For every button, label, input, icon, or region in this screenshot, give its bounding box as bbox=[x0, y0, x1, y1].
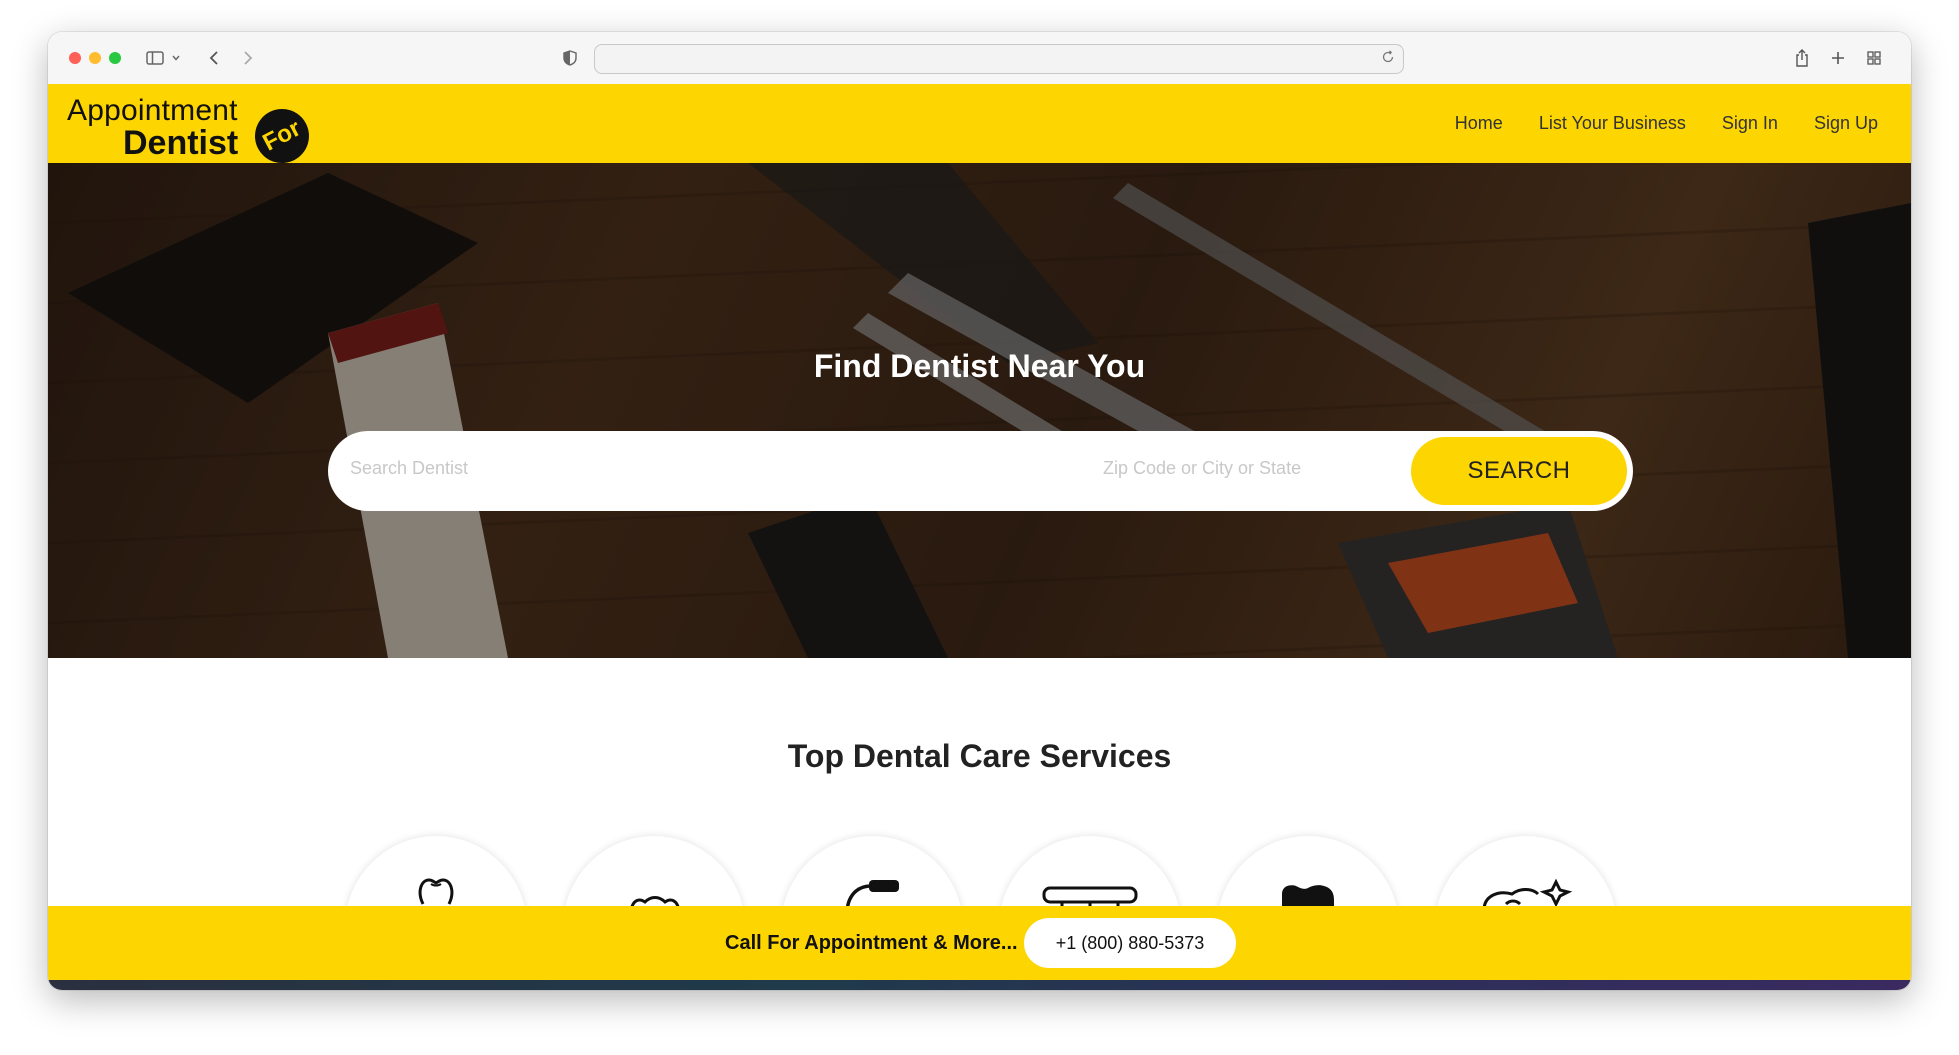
zoom-window-button[interactable] bbox=[109, 52, 121, 64]
sidebar-icon[interactable] bbox=[144, 45, 166, 71]
share-icon[interactable] bbox=[1792, 45, 1812, 71]
tab-overview-icon[interactable] bbox=[1864, 45, 1884, 71]
browser-window: Appointment Dentist For Home List Your B… bbox=[48, 32, 1911, 990]
search-button[interactable]: SEARCH bbox=[1411, 437, 1627, 505]
site-logo[interactable]: Appointment Dentist For bbox=[67, 94, 319, 173]
new-tab-icon[interactable] bbox=[1828, 45, 1848, 71]
phone-button[interactable]: +1 (800) 880-5373 bbox=[1024, 918, 1236, 968]
shield-icon[interactable] bbox=[560, 45, 580, 71]
logo-line2: Dentist bbox=[123, 124, 239, 162]
call-bar: Call For Appointment & More... +1 (800) … bbox=[48, 906, 1911, 980]
browser-toolbar bbox=[48, 32, 1911, 85]
forward-icon[interactable] bbox=[238, 45, 258, 71]
chevron-down-icon[interactable] bbox=[170, 45, 182, 71]
site-header: Appointment Dentist For Home List Your B… bbox=[48, 84, 1911, 173]
logo-line1: Appointment bbox=[67, 94, 238, 127]
main-nav: Home List Your Business Sign In Sign Up bbox=[1455, 84, 1878, 163]
logo-badge: For bbox=[245, 99, 319, 173]
call-text: Call For Appointment & More... bbox=[725, 932, 1018, 954]
minimize-window-button[interactable] bbox=[89, 52, 101, 64]
hero-section: Find Dentist Near You SEARCH bbox=[48, 163, 1911, 658]
close-window-button[interactable] bbox=[69, 52, 81, 64]
address-bar[interactable] bbox=[594, 44, 1404, 74]
hero-overlay bbox=[48, 163, 1911, 658]
search-dentist-input[interactable] bbox=[348, 457, 912, 480]
nav-home[interactable]: Home bbox=[1455, 113, 1503, 134]
services-title: Top Dental Care Services bbox=[787, 738, 1172, 774]
reload-icon[interactable] bbox=[1381, 50, 1395, 69]
nav-sign-up[interactable]: Sign Up bbox=[1814, 113, 1878, 134]
bottom-strip bbox=[48, 980, 1911, 990]
hero-title: Find Dentist Near You bbox=[813, 348, 1146, 384]
nav-list-your-business[interactable]: List Your Business bbox=[1539, 113, 1686, 134]
location-input[interactable] bbox=[1101, 457, 1405, 480]
back-icon[interactable] bbox=[204, 45, 224, 71]
search-bar: SEARCH bbox=[328, 431, 1633, 511]
nav-sign-in[interactable]: Sign In bbox=[1722, 113, 1778, 134]
